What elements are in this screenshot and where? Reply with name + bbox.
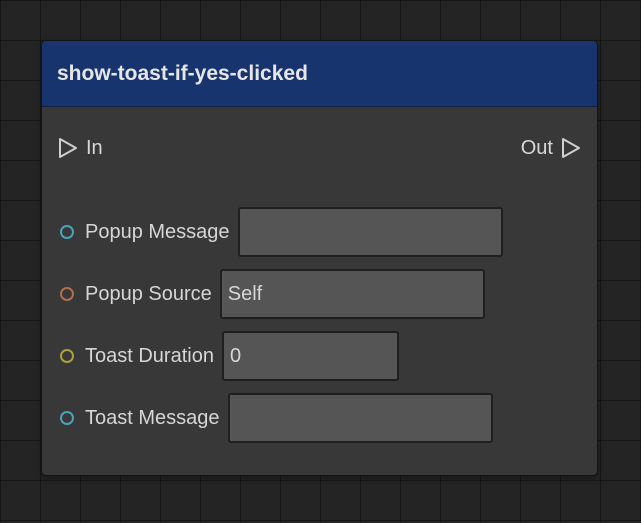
- param-toast-duration: Toast Duration: [60, 331, 399, 381]
- circle-pin-icon[interactable]: [60, 287, 74, 301]
- exec-out-arrow-icon[interactable]: [561, 137, 581, 159]
- exec-in-label: In: [86, 136, 103, 159]
- exec-out-port[interactable]: Out: [521, 135, 581, 161]
- graph-node[interactable]: show-toast-if-yes-clicked In Out Popup M…: [41, 40, 598, 476]
- exec-in-port[interactable]: In: [58, 135, 103, 161]
- circle-pin-icon[interactable]: [60, 411, 74, 425]
- param-label: Toast Duration: [85, 344, 214, 367]
- popup-source-input[interactable]: [219, 269, 485, 319]
- node-header[interactable]: show-toast-if-yes-clicked: [42, 41, 597, 107]
- param-popup-source: Popup Source: [60, 269, 485, 319]
- param-toast-message: Toast Message: [60, 393, 493, 443]
- exec-in-arrow-icon[interactable]: [58, 137, 78, 159]
- param-label: Popup Source: [85, 282, 212, 305]
- param-label: Toast Message: [85, 406, 220, 429]
- circle-pin-icon[interactable]: [60, 349, 74, 363]
- node-title: show-toast-if-yes-clicked: [57, 62, 308, 85]
- param-popup-message: Popup Message: [60, 207, 503, 257]
- toast-message-input[interactable]: [227, 393, 493, 443]
- popup-message-input[interactable]: [237, 207, 503, 257]
- param-label: Popup Message: [85, 220, 230, 243]
- circle-pin-icon[interactable]: [60, 225, 74, 239]
- toast-duration-input[interactable]: [221, 331, 399, 381]
- exec-out-label: Out: [520, 136, 553, 159]
